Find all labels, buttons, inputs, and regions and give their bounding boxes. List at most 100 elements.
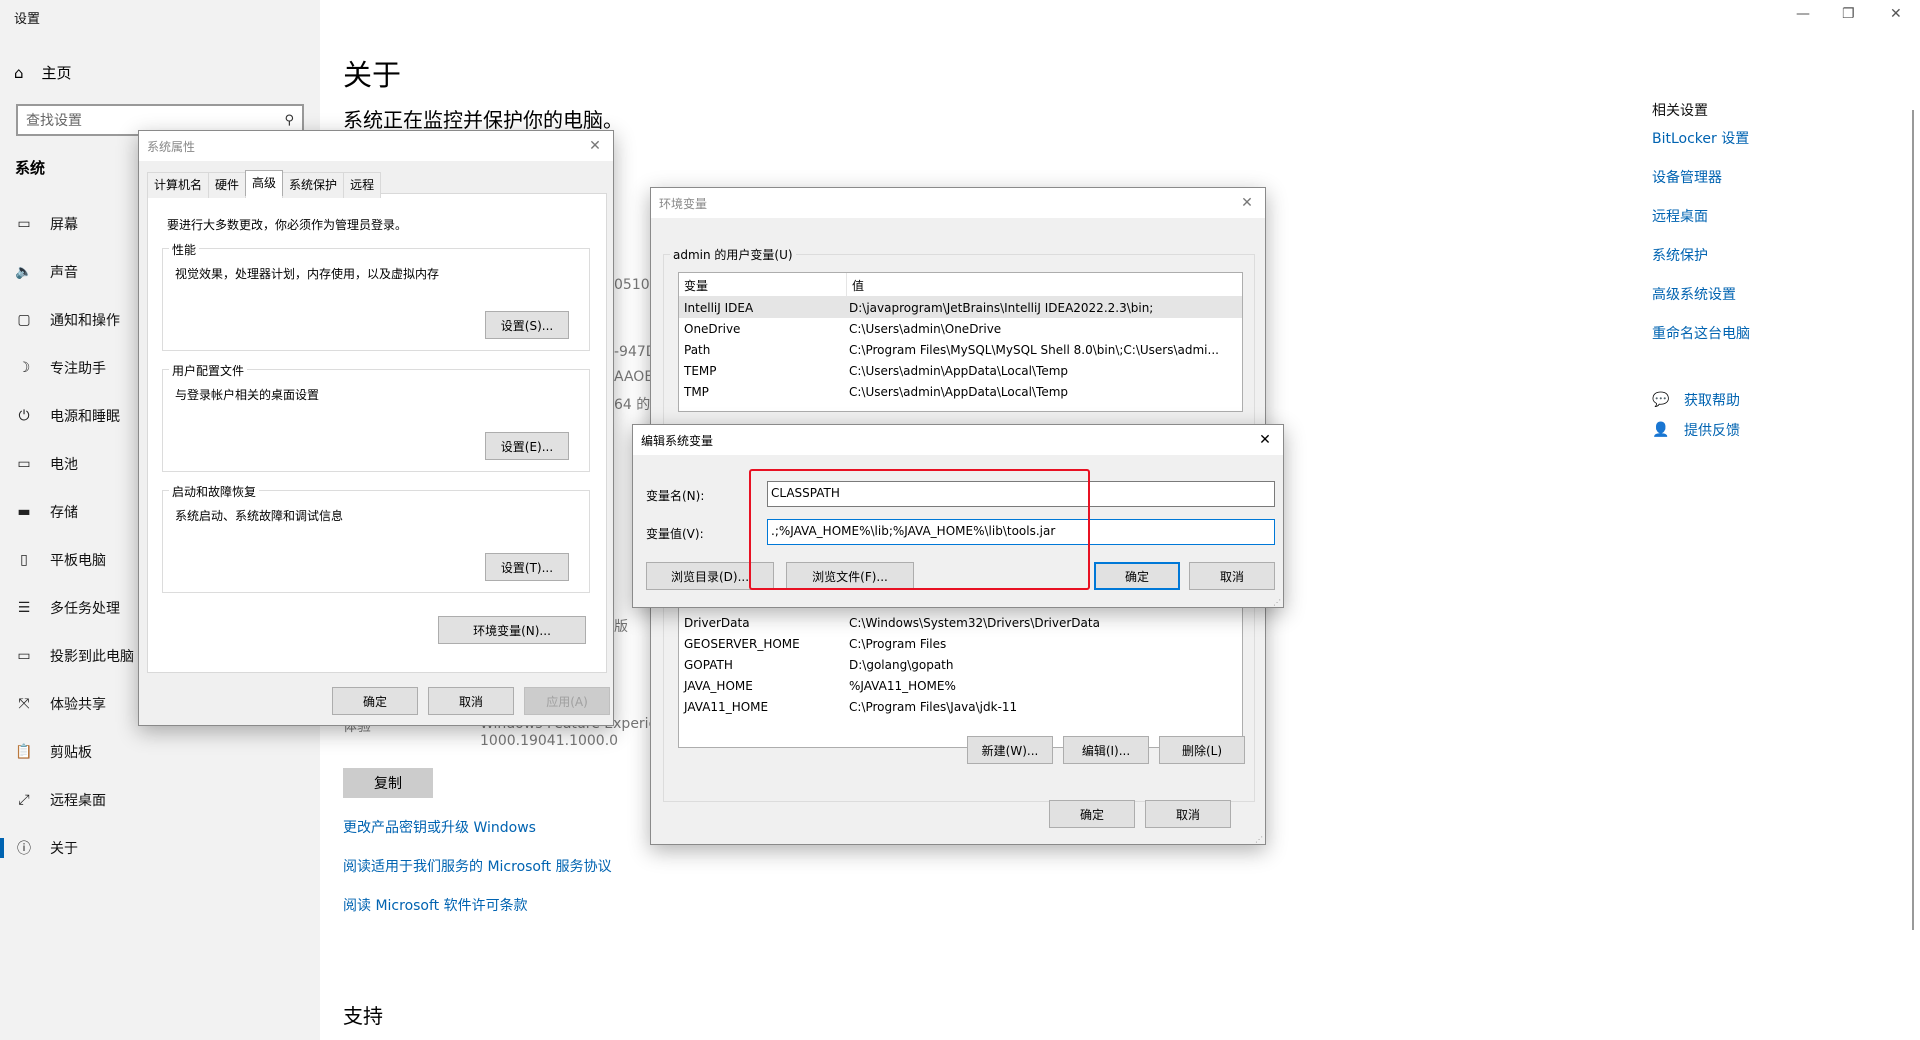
rename-pc-link[interactable]: 重命名这台电脑: [1652, 323, 1750, 343]
sidebar-item[interactable]: 📋 剪贴板: [0, 732, 320, 772]
startup-recovery-group: 启动和故障恢复 系统启动、系统故障和调试信息 设置(T)...: [162, 483, 590, 593]
variable-row[interactable]: GEOSERVER_HOME C:\Program Files: [679, 633, 1242, 654]
variable-row[interactable]: GOPATH D:\golang\gopath: [679, 654, 1242, 675]
sysprops-tab[interactable]: 系统保护: [282, 172, 345, 198]
upgrade-link[interactable]: 更改产品密钥或升级 Windows: [343, 817, 536, 837]
storage-icon: ▬: [17, 504, 31, 520]
variable-row[interactable]: JAVA11_HOME C:\Program Files\Java\jdk-11: [679, 696, 1242, 717]
copy-button[interactable]: 复制: [343, 768, 433, 798]
sidebar-item[interactable]: ⤢ 远程桌面: [0, 780, 320, 820]
system-protection-link[interactable]: 系统保护: [1652, 245, 1708, 265]
cancel-button[interactable]: 取消: [1145, 800, 1231, 828]
bitlocker-link[interactable]: BitLocker 设置: [1652, 128, 1749, 148]
system-properties-dialog: 系统属性 ✕ 要进行大多数更改，你必须作为管理员登录。 性能 视觉效果，处理器计…: [138, 130, 614, 726]
edit-variable-button[interactable]: 编辑(I)...: [1063, 736, 1149, 764]
variable-value-cell: D:\golang\gopath: [849, 657, 954, 672]
close-icon[interactable]: ✕: [1890, 6, 1902, 22]
remote-desktop-link[interactable]: 远程桌面: [1652, 206, 1708, 226]
sidebar-home[interactable]: ⌂ 主页: [14, 62, 72, 83]
system-variables-list[interactable]: DriverData C:\Windows\System32\Drivers\Dr…: [678, 608, 1243, 748]
battery-icon: ▭: [17, 456, 31, 472]
sysprops-tab[interactable]: 硬件: [208, 172, 247, 198]
user-profile-group: 用户配置文件 与登录帐户相关的桌面设置 设置(E)...: [162, 362, 590, 472]
close-icon[interactable]: ✕: [1255, 432, 1275, 448]
variable-row[interactable]: JAVA_HOME %JAVA11_HOME%: [679, 675, 1242, 696]
feedback-person-icon: 👤: [1652, 422, 1670, 438]
service-agreement-link[interactable]: 阅读适用于我们服务的 Microsoft 服务协议: [343, 856, 612, 876]
startup-recovery-desc: 系统启动、系统故障和调试信息: [175, 509, 344, 523]
ok-button[interactable]: 确定: [332, 687, 418, 715]
search-icon: ⚲: [284, 112, 294, 128]
support-heading: 支持: [343, 1004, 383, 1028]
variable-name-cell: IntelliJ IDEA: [684, 300, 754, 315]
sysprops-tab[interactable]: 计算机名: [147, 172, 210, 198]
sidebar-item-label: 远程桌面: [50, 793, 106, 809]
variable-row[interactable]: OneDrive C:\Users\admin\OneDrive: [679, 318, 1242, 339]
variable-row[interactable]: Path C:\Program Files\MySQL\MySQL Shell 8…: [679, 339, 1242, 360]
variable-value-cell: %JAVA11_HOME%: [849, 678, 956, 693]
apply-button[interactable]: 应用(A): [524, 687, 610, 715]
user-profile-desc: 与登录帐户相关的桌面设置: [175, 388, 320, 402]
feedback-link[interactable]: 👤 提供反馈: [1652, 420, 1740, 440]
user-profile-settings-button[interactable]: 设置(E)...: [485, 432, 569, 460]
sidebar-item-label: 电池: [50, 457, 78, 473]
resize-grip-icon[interactable]: ⋰: [1273, 598, 1281, 607]
variable-name-cell: Path: [684, 342, 711, 357]
admin-note: 要进行大多数更改，你必须作为管理员登录。: [167, 218, 408, 232]
restore-icon[interactable]: ❐: [1842, 6, 1855, 22]
variable-value-label: 变量值(V):: [646, 527, 704, 541]
window-title: 设置: [14, 12, 41, 27]
close-icon[interactable]: ✕: [585, 138, 605, 154]
variable-value-cell: C:\Program Files: [849, 636, 947, 651]
sidebar-item-label: 存储: [50, 505, 78, 521]
project-icon: ▭: [17, 648, 31, 664]
cancel-button[interactable]: 取消: [428, 687, 514, 715]
resize-grip-icon[interactable]: ⋰: [1255, 835, 1263, 844]
variable-row[interactable]: DriverData C:\Windows\System32\Drivers\Dr…: [679, 612, 1242, 633]
performance-settings-button[interactable]: 设置(S)...: [485, 311, 569, 339]
user-vars-header: 变量 值: [679, 273, 1242, 297]
sidebar-item-label: 体验共享: [50, 697, 106, 713]
sysprops-title: 系统属性: [147, 139, 196, 154]
get-help-link[interactable]: 💬 获取帮助: [1652, 390, 1740, 410]
highlight-annotation: [749, 469, 1090, 590]
startup-recovery-settings-button[interactable]: 设置(T)...: [485, 553, 569, 581]
variable-row[interactable]: IntelliJ IDEA D:\javaprogram\JetBrains\In…: [679, 297, 1242, 318]
license-terms-link[interactable]: 阅读 Microsoft 软件许可条款: [343, 895, 528, 915]
page-title: 关于: [343, 58, 402, 92]
ok-button[interactable]: 确定: [1049, 800, 1135, 828]
variable-row[interactable]: TEMP C:\Users\admin\AppData\Local\Temp: [679, 360, 1242, 381]
info-icon: ⓘ: [17, 841, 31, 857]
delete-variable-button[interactable]: 删除(L): [1159, 736, 1245, 764]
advanced-system-settings-link[interactable]: 高级系统设置: [1652, 284, 1736, 304]
editdlg-titlebar[interactable]: 编辑系统变量 ✕: [633, 425, 1283, 455]
tablet-icon: ▯: [20, 552, 28, 568]
col-header-value[interactable]: 值: [847, 273, 1242, 296]
page-scrollbar[interactable]: [1912, 110, 1914, 930]
sidebar-item-label: 平板电脑: [50, 553, 106, 569]
col-header-variable[interactable]: 变量: [679, 273, 847, 296]
performance-group: 性能 视觉效果，处理器计划，内存使用，以及虚拟内存 设置(S)...: [162, 241, 590, 351]
sidebar-item[interactable]: ⓘ 关于: [0, 828, 320, 868]
monitor-icon: ▭: [17, 216, 31, 232]
performance-group-title: 性能: [169, 241, 200, 258]
sysprops-titlebar[interactable]: 系统属性 ✕: [139, 131, 613, 161]
user-variables-list[interactable]: 变量 值 IntelliJ IDEA D:\javaprogram\JetBrai…: [678, 272, 1243, 412]
device-manager-link[interactable]: 设备管理器: [1652, 167, 1722, 187]
section-label: 系统: [15, 159, 46, 177]
minimize-icon[interactable]: —: [1796, 6, 1810, 22]
envvars-title: 环境变量: [659, 196, 708, 211]
new-variable-button[interactable]: 新建(W)...: [967, 736, 1053, 764]
power-icon: ⏻: [18, 408, 30, 424]
sysprops-tab[interactable]: 高级: [245, 170, 284, 196]
page-subtitle: 系统正在监控并保护你的电脑。: [343, 108, 623, 132]
environment-variables-button[interactable]: 环境变量(N)...: [438, 616, 586, 644]
sidebar-item-label: 通知和操作: [50, 313, 120, 329]
cancel-button[interactable]: 取消: [1189, 562, 1275, 590]
close-icon[interactable]: ✕: [1237, 195, 1257, 211]
variable-row[interactable]: TMP C:\Users\admin\AppData\Local\Temp: [679, 381, 1242, 402]
ok-button[interactable]: 确定: [1094, 562, 1180, 590]
envvars-titlebar[interactable]: 环境变量 ✕: [651, 188, 1265, 218]
sidebar-item-label: 投影到此电脑: [50, 649, 134, 665]
sysprops-tab[interactable]: 远程: [343, 172, 382, 198]
